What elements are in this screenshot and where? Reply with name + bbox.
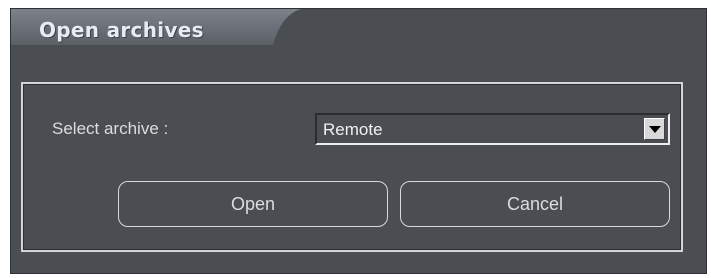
- chevron-down-icon[interactable]: [644, 118, 665, 140]
- archive-select-value: Remote: [323, 120, 383, 139]
- archive-select[interactable]: Remote: [315, 113, 670, 145]
- cancel-button[interactable]: Cancel: [400, 181, 670, 227]
- title-tab: Open archives: [11, 9, 301, 53]
- dialog-title: Open archives: [39, 18, 204, 42]
- open-button[interactable]: Open: [118, 181, 388, 227]
- select-archive-label: Select archive :: [52, 119, 169, 138]
